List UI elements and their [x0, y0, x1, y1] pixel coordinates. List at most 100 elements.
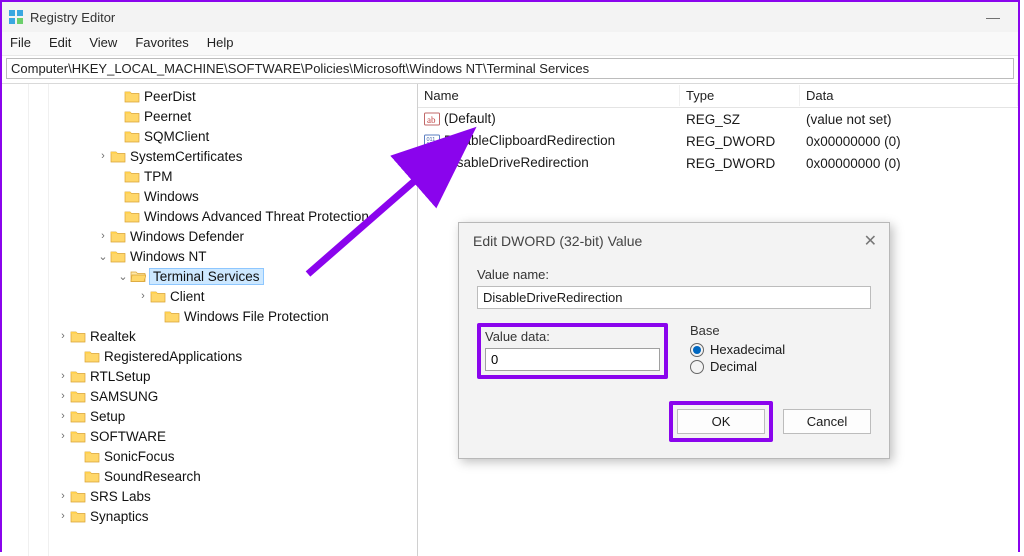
chevron-right-icon[interactable]: ›: [56, 390, 70, 402]
chevron-right-icon[interactable]: ›: [56, 330, 70, 342]
list-pane: Name Type Data (Default)REG_SZ(value not…: [418, 84, 1018, 556]
value-name-label: Value name:: [477, 267, 871, 282]
close-icon[interactable]: ✕: [864, 231, 877, 251]
tree-item[interactable]: ›Setup: [2, 406, 417, 426]
folder-icon: [150, 289, 166, 303]
tree-item-label: Windows: [144, 189, 199, 204]
tree-item[interactable]: ›RTLSetup: [2, 366, 417, 386]
tree-item-label: SQMClient: [144, 129, 209, 144]
value-data: 0x00000000 (0): [800, 153, 1018, 174]
tree-item[interactable]: ›SystemCertificates: [2, 146, 417, 166]
base-label: Base: [690, 323, 871, 338]
list-row[interactable]: (Default)REG_SZ(value not set): [418, 108, 1018, 130]
chevron-down-icon[interactable]: ⌄: [96, 250, 110, 263]
tree-item[interactable]: ›SQMClient: [2, 126, 417, 146]
tree-item-label: Windows NT: [130, 249, 207, 264]
folder-icon: [70, 409, 86, 423]
tree-item[interactable]: › SOFTWARE: [2, 426, 417, 446]
menu-view[interactable]: View: [89, 35, 117, 50]
value-type: REG_DWORD: [680, 131, 800, 152]
tree-item[interactable]: ›PeerDist: [2, 86, 417, 106]
folder-icon: [84, 469, 100, 483]
tree-item[interactable]: ›SoundResearch: [2, 466, 417, 486]
folder-icon: [70, 369, 86, 383]
chevron-right-icon[interactable]: ›: [96, 150, 110, 162]
menu-file[interactable]: File: [10, 35, 31, 50]
tree-item[interactable]: › Windows Defender: [2, 226, 417, 246]
folder-icon: [124, 169, 140, 183]
cancel-button[interactable]: Cancel: [783, 409, 871, 434]
list-row[interactable]: DisableClipboardRedirectionREG_DWORD0x00…: [418, 130, 1018, 152]
col-data[interactable]: Data: [800, 85, 1018, 106]
tree-item[interactable]: › Realtek: [2, 326, 417, 346]
title-bar: Registry Editor —: [2, 2, 1018, 32]
chevron-right-icon[interactable]: ›: [96, 230, 110, 242]
value-data-highlight: Value data:: [477, 323, 668, 379]
radio-decimal[interactable]: Decimal: [690, 359, 871, 374]
registry-editor-window: Registry Editor — File Edit View Favorit…: [0, 0, 1020, 552]
col-name[interactable]: Name: [418, 85, 680, 106]
tree-item[interactable]: ⌄ Windows NT: [2, 246, 417, 266]
tree-item-label: Realtek: [90, 329, 136, 344]
tree-item-label: SonicFocus: [104, 449, 175, 464]
folder-icon: [124, 129, 140, 143]
ok-highlight: OK: [669, 401, 773, 442]
tree-item-label: Client: [170, 289, 205, 304]
regedit-icon: [8, 9, 24, 25]
ok-button[interactable]: OK: [677, 409, 765, 434]
tree-item[interactable]: ›Windows File Protection: [2, 306, 417, 326]
tree-item-label: TPM: [144, 169, 173, 184]
value-data: (value not set): [800, 109, 1018, 130]
list-row[interactable]: DisableDriveRedirection REG_DWORD0x000000…: [418, 152, 1018, 174]
chevron-right-icon[interactable]: ›: [56, 410, 70, 422]
folder-icon: [70, 489, 86, 503]
tree-item[interactable]: ⌄Terminal Services: [2, 266, 417, 286]
tree-pane[interactable]: ›PeerDist›Peernet›SQMClient›SystemCertif…: [2, 84, 418, 556]
value-name: DisableDriveRedirection: [444, 155, 589, 170]
edit-dword-dialog: Edit DWORD (32-bit) Value ✕ Value name: …: [458, 222, 890, 459]
menu-edit[interactable]: Edit: [49, 35, 71, 50]
menu-help[interactable]: Help: [207, 35, 234, 50]
tree-item[interactable]: ›Windows Advanced Threat Protection: [2, 206, 417, 226]
tree-item[interactable]: ›TPM: [2, 166, 417, 186]
folder-icon: [84, 449, 100, 463]
tree-item[interactable]: ›SRS Labs: [2, 486, 417, 506]
radio-icon: [690, 343, 704, 357]
chevron-right-icon[interactable]: ›: [136, 290, 150, 302]
chevron-right-icon[interactable]: ›: [56, 490, 70, 502]
chevron-right-icon[interactable]: ›: [56, 510, 70, 522]
minimize-button[interactable]: —: [978, 9, 1008, 25]
folder-icon: [110, 249, 126, 263]
tree-item-label: Windows File Protection: [184, 309, 329, 324]
folder-icon: [164, 309, 180, 323]
folder-icon: [124, 189, 140, 203]
tree-item-label: SoundResearch: [104, 469, 201, 484]
dialog-title: Edit DWORD (32-bit) Value: [473, 233, 642, 249]
tree-item[interactable]: ›SonicFocus: [2, 446, 417, 466]
chevron-down-icon[interactable]: ⌄: [116, 270, 130, 283]
address-input[interactable]: Computer\HKEY_LOCAL_MACHINE\SOFTWARE\Pol…: [6, 58, 1014, 79]
folder-icon: [110, 229, 126, 243]
tree-item-label: Synaptics: [90, 509, 149, 524]
value-data-input[interactable]: [485, 348, 660, 371]
chevron-right-icon[interactable]: ›: [56, 430, 70, 442]
chevron-right-icon[interactable]: ›: [56, 370, 70, 382]
value-type: REG_DWORD: [680, 153, 800, 174]
tree-item-label: Windows Defender: [130, 229, 244, 244]
tree-item[interactable]: › Client: [2, 286, 417, 306]
tree-item[interactable]: › Synaptics: [2, 506, 417, 526]
radio-icon: [690, 360, 704, 374]
tree-item[interactable]: ›Windows: [2, 186, 417, 206]
radio-hexadecimal[interactable]: Hexadecimal: [690, 342, 871, 357]
col-type[interactable]: Type: [680, 85, 800, 106]
tree-item[interactable]: ›Peernet: [2, 106, 417, 126]
folder-icon: [70, 389, 86, 403]
tree-item-label: SOFTWARE: [90, 429, 166, 444]
menu-favorites[interactable]: Favorites: [135, 35, 188, 50]
folder-icon: [70, 429, 86, 443]
tree-item[interactable]: ›SAMSUNG: [2, 386, 417, 406]
value-name-field[interactable]: DisableDriveRedirection: [477, 286, 871, 309]
tree-item[interactable]: ›RegisteredApplications: [2, 346, 417, 366]
dword-value-icon: [424, 155, 440, 171]
address-bar: Computer\HKEY_LOCAL_MACHINE\SOFTWARE\Pol…: [2, 56, 1018, 84]
